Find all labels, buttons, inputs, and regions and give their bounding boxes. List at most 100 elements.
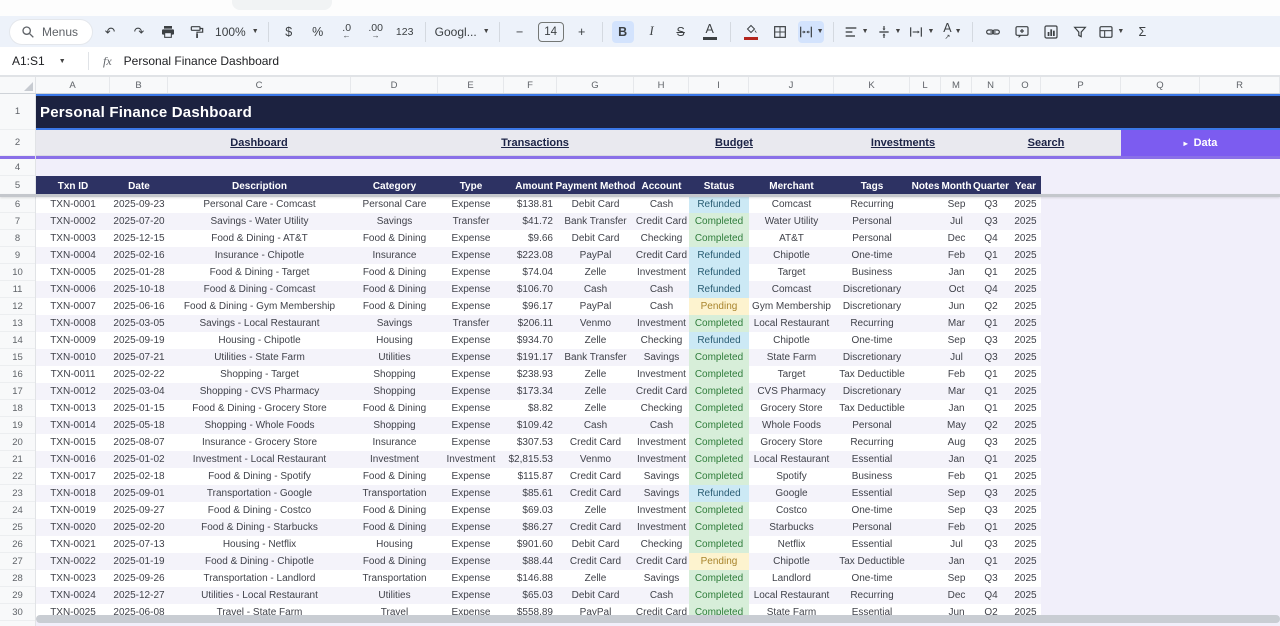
cell-txn-id[interactable]: TXN-0010 bbox=[36, 349, 110, 366]
column-header-R[interactable]: R bbox=[1200, 77, 1280, 93]
cell-payment-method[interactable]: Zelle bbox=[557, 332, 634, 349]
cell-category[interactable]: Food & Dining bbox=[351, 502, 438, 519]
fill-color-button[interactable] bbox=[740, 21, 762, 43]
cell-txn-id[interactable]: TXN-0009 bbox=[36, 332, 110, 349]
row-number-20[interactable]: 20 bbox=[0, 434, 35, 451]
cell-year[interactable]: 2025 bbox=[1010, 383, 1041, 400]
cell-month[interactable]: Feb bbox=[941, 519, 972, 536]
cell-quarter[interactable]: Q2 bbox=[972, 298, 1010, 315]
cell-notes[interactable] bbox=[910, 519, 941, 536]
cell-year[interactable]: 2025 bbox=[1010, 451, 1041, 468]
column-header-P[interactable]: P bbox=[1041, 77, 1121, 93]
cell-tags[interactable]: Recurring bbox=[834, 196, 910, 213]
cell-account[interactable]: Cash bbox=[634, 417, 689, 434]
cell-txn-id[interactable]: TXN-0002 bbox=[36, 213, 110, 230]
bold-button[interactable]: B bbox=[612, 21, 634, 43]
column-header-O[interactable]: O bbox=[1010, 77, 1041, 93]
cell-notes[interactable] bbox=[910, 213, 941, 230]
cell-merchant[interactable]: Spotify bbox=[749, 468, 834, 485]
cell-date[interactable]: 2025-03-05 bbox=[110, 315, 168, 332]
cell-category[interactable]: Housing bbox=[351, 332, 438, 349]
cell-date[interactable]: 2025-01-28 bbox=[110, 264, 168, 281]
cell-amount[interactable]: $69.03 bbox=[504, 502, 557, 519]
table-views-button[interactable]: ▼ bbox=[1098, 21, 1124, 43]
cell-quarter[interactable]: Q1 bbox=[972, 468, 1010, 485]
cell-status[interactable]: Completed bbox=[689, 366, 749, 383]
cell-date[interactable]: 2025-05-18 bbox=[110, 417, 168, 434]
cell-amount[interactable]: $138.81 bbox=[504, 196, 557, 213]
cell-tags[interactable]: Essential bbox=[834, 536, 910, 553]
cell-amount[interactable]: $109.42 bbox=[504, 417, 557, 434]
cell-year[interactable]: 2025 bbox=[1010, 281, 1041, 298]
cell-year[interactable]: 2025 bbox=[1010, 366, 1041, 383]
cell-status[interactable]: Completed bbox=[689, 536, 749, 553]
cell-notes[interactable] bbox=[910, 451, 941, 468]
cell-merchant[interactable]: Comcast bbox=[749, 196, 834, 213]
title-cell[interactable]: Personal Finance Dashboard bbox=[36, 94, 1280, 130]
print-button[interactable] bbox=[157, 21, 179, 43]
cell-account[interactable]: Investment bbox=[634, 451, 689, 468]
create-filter-button[interactable] bbox=[1069, 21, 1091, 43]
cell-tags[interactable]: One-time bbox=[834, 502, 910, 519]
cell-payment-method[interactable]: Cash bbox=[557, 281, 634, 298]
row-number-27[interactable]: 27 bbox=[0, 553, 35, 570]
cell-status[interactable]: Completed bbox=[689, 451, 749, 468]
cell-notes[interactable] bbox=[910, 536, 941, 553]
cell-category[interactable]: Utilities bbox=[351, 349, 438, 366]
cell-txn-id[interactable]: TXN-0006 bbox=[36, 281, 110, 298]
cell-payment-method[interactable]: Zelle bbox=[557, 264, 634, 281]
row-number-26[interactable]: 26 bbox=[0, 536, 35, 553]
column-header-B[interactable]: B bbox=[110, 77, 168, 93]
cell-quarter[interactable]: Q3 bbox=[972, 349, 1010, 366]
cell-payment-method[interactable]: Credit Card bbox=[557, 553, 634, 570]
text-rotation-button[interactable]: A↗ ▼ bbox=[941, 21, 963, 43]
cell-date[interactable]: 2025-09-23 bbox=[110, 196, 168, 213]
cell-status[interactable]: Completed bbox=[689, 315, 749, 332]
cell-tags[interactable]: Essential bbox=[834, 451, 910, 468]
cell-year[interactable]: 2025 bbox=[1010, 213, 1041, 230]
cell-merchant[interactable]: Water Utility bbox=[749, 213, 834, 230]
cell-notes[interactable] bbox=[910, 485, 941, 502]
cell-account[interactable]: Cash bbox=[634, 298, 689, 315]
cell-tags[interactable]: Discretionary bbox=[834, 281, 910, 298]
cell-description[interactable]: Food & Dining - Starbucks bbox=[168, 519, 351, 536]
row-number-8[interactable]: 8 bbox=[0, 230, 35, 247]
cell-txn-id[interactable]: TXN-0022 bbox=[36, 553, 110, 570]
cell-category[interactable]: Housing bbox=[351, 536, 438, 553]
cell-account[interactable]: Credit Card bbox=[634, 247, 689, 264]
cell-account[interactable]: Credit Card bbox=[634, 213, 689, 230]
cell-type[interactable]: Expense bbox=[438, 587, 504, 604]
cell-amount[interactable]: $307.53 bbox=[504, 434, 557, 451]
cell-status[interactable]: Completed bbox=[689, 400, 749, 417]
cell-txn-id[interactable]: TXN-0012 bbox=[36, 383, 110, 400]
cell-account[interactable]: Savings bbox=[634, 468, 689, 485]
cell-description[interactable]: Transportation - Google bbox=[168, 485, 351, 502]
insert-comment-button[interactable] bbox=[1011, 21, 1033, 43]
cell-category[interactable]: Food & Dining bbox=[351, 264, 438, 281]
column-header-C[interactable]: C bbox=[168, 77, 351, 93]
row-number-23[interactable]: 23 bbox=[0, 485, 35, 502]
cell-tags[interactable]: Recurring bbox=[834, 315, 910, 332]
column-header-E[interactable]: E bbox=[438, 77, 504, 93]
cell-merchant[interactable]: AT&T bbox=[749, 230, 834, 247]
horizontal-align-button[interactable]: ▼ bbox=[843, 21, 869, 43]
cell-date[interactable]: 2025-09-26 bbox=[110, 570, 168, 587]
cell-type[interactable]: Investment bbox=[438, 451, 504, 468]
cell-notes[interactable] bbox=[910, 264, 941, 281]
cell-category[interactable]: Shopping bbox=[351, 366, 438, 383]
cell-payment-method[interactable]: Cash bbox=[557, 417, 634, 434]
column-header-F[interactable]: F bbox=[504, 77, 557, 93]
cell-category[interactable]: Food & Dining bbox=[351, 281, 438, 298]
cell-account[interactable]: Cash bbox=[634, 196, 689, 213]
cell-month[interactable]: Dec bbox=[941, 230, 972, 247]
cell-description[interactable]: Food & Dining - Grocery Store bbox=[168, 400, 351, 417]
cell-type[interactable]: Expense bbox=[438, 400, 504, 417]
row-number-1[interactable]: 1 bbox=[0, 94, 35, 130]
cell-quarter[interactable]: Q3 bbox=[972, 502, 1010, 519]
cell-tags[interactable]: Discretionary bbox=[834, 349, 910, 366]
cell-amount[interactable]: $8.82 bbox=[504, 400, 557, 417]
cell-description[interactable]: Shopping - Target bbox=[168, 366, 351, 383]
cell-account[interactable]: Investment bbox=[634, 519, 689, 536]
format-percent-button[interactable]: % bbox=[307, 21, 329, 43]
column-header-I[interactable]: I bbox=[689, 77, 749, 93]
